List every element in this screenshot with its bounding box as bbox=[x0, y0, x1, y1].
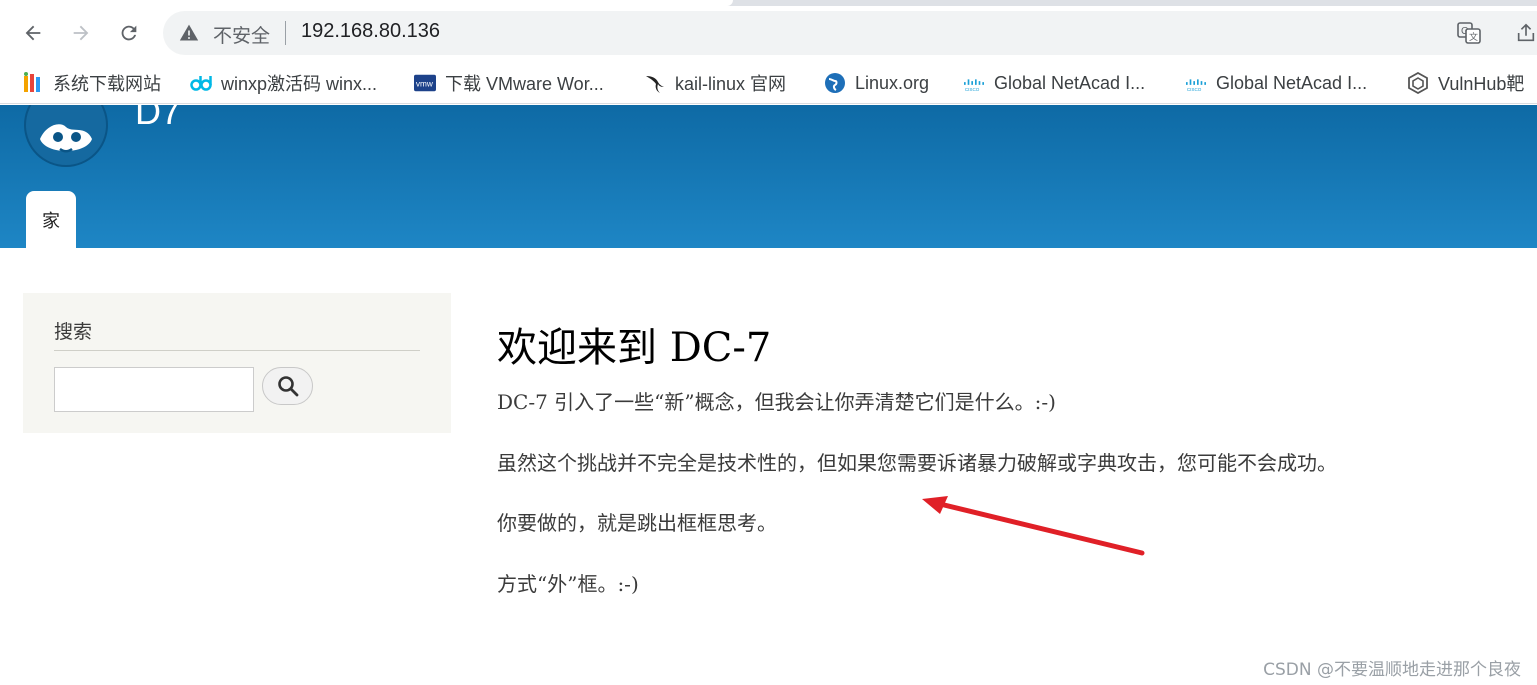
web-page: D7 家 搜索 欢迎来到 DC-7 DC-7 引入了一些“新”概念，但我会让你弄… bbox=[0, 105, 1537, 685]
separator bbox=[285, 21, 286, 45]
bookmark-item[interactable]: winxp激活码 winx... bbox=[190, 68, 377, 98]
bookmark-label: Linux.org bbox=[855, 72, 930, 93]
bookmark-item[interactable]: Linux.org bbox=[824, 68, 929, 98]
site-name[interactable]: D7 bbox=[135, 105, 181, 133]
bookmark-item[interactable]: 系统下载网站 bbox=[22, 68, 161, 98]
url-text[interactable]: 192.168.80.136 bbox=[301, 20, 440, 43]
bookmark-label: Global NetAcad I... bbox=[1216, 72, 1368, 93]
bookmark-item[interactable]: CISCO Global NetAcad I... bbox=[1185, 68, 1367, 98]
bookmark-label: 系统下载网站 bbox=[53, 74, 161, 94]
content-paragraph: DC-7 引入了一些“新”概念，但我会让你弄清楚它们是什么。:-) bbox=[497, 390, 1056, 414]
nav-tab-home[interactable]: 家 bbox=[26, 191, 76, 248]
page-title: 欢迎来到 DC-7 bbox=[497, 325, 772, 371]
kali-dragon-icon bbox=[644, 72, 666, 94]
arrow-left-icon bbox=[25, 25, 41, 41]
content-paragraph: 方式“外”框。:-) bbox=[497, 572, 639, 596]
bookmark-label: Global NetAcad I... bbox=[994, 72, 1146, 93]
divider bbox=[54, 350, 420, 351]
browser-toolbar: 不安全 192.168.80.136 G文 bbox=[0, 6, 1537, 62]
forward-button[interactable] bbox=[66, 18, 96, 48]
address-bar[interactable]: 不安全 192.168.80.136 G文 bbox=[163, 11, 1537, 55]
globe-icon bbox=[824, 72, 846, 94]
bookmarks-bar: 系统下载网站 winxp激活码 winx... vmw 下载 VMware Wo… bbox=[0, 62, 1537, 104]
site-header: D7 家 bbox=[0, 105, 1537, 248]
nav-tab-label: 家 bbox=[42, 211, 60, 232]
block-title: 搜索 bbox=[54, 321, 93, 343]
colorful-logo-icon bbox=[22, 72, 44, 94]
warning-icon bbox=[179, 24, 199, 41]
content-paragraph: 虽然这个挑战并不完全是技术性的，但如果您需要诉诸暴力破解或字典攻击，您可能不会成… bbox=[497, 451, 1337, 475]
search-block: 搜索 bbox=[23, 293, 451, 433]
watermark: CSDN @不要温顺地走进那个良夜 bbox=[1263, 660, 1521, 680]
cisco-icon: CISCO bbox=[963, 72, 985, 94]
share-icon[interactable] bbox=[1515, 22, 1537, 44]
search-input[interactable] bbox=[54, 367, 254, 412]
vmw-icon: vmw bbox=[414, 72, 436, 94]
svg-text:CISCO: CISCO bbox=[1187, 87, 1202, 92]
search-button[interactable] bbox=[262, 367, 313, 405]
bookmark-item[interactable]: kail-linux 官网 bbox=[644, 68, 786, 98]
bookmark-item[interactable]: vmw 下载 VMware Wor... bbox=[414, 68, 604, 98]
bookmark-label: winxp激活码 winx... bbox=[221, 74, 378, 94]
svg-text:vmw: vmw bbox=[416, 80, 433, 89]
bookmark-label: VulnHub靶 bbox=[1438, 74, 1525, 94]
svg-text:文: 文 bbox=[1469, 31, 1478, 43]
translate-icon[interactable]: G文 bbox=[1457, 22, 1481, 44]
bookmark-label: kail-linux 官网 bbox=[675, 74, 787, 94]
drupal-logo-icon[interactable] bbox=[22, 105, 110, 169]
bookmark-item[interactable]: CISCO Global NetAcad I... bbox=[963, 68, 1145, 98]
reload-button[interactable] bbox=[114, 18, 144, 48]
reload-icon bbox=[121, 25, 137, 41]
vulnhub-icon bbox=[1407, 72, 1429, 94]
back-button[interactable] bbox=[18, 18, 48, 48]
svg-text:CISCO: CISCO bbox=[965, 87, 980, 92]
content-paragraph: 你要做的，就是跳出框框思考。 bbox=[497, 511, 777, 535]
search-icon bbox=[277, 376, 298, 397]
arrow-right-icon bbox=[73, 25, 89, 41]
cisco-icon: CISCO bbox=[1185, 72, 1207, 94]
bookmark-item[interactable]: VulnHub靶 bbox=[1407, 68, 1524, 98]
security-label[interactable]: 不安全 bbox=[213, 21, 270, 48]
bookmark-label: 下载 VMware Wor... bbox=[445, 74, 604, 94]
dd-icon bbox=[190, 72, 212, 94]
